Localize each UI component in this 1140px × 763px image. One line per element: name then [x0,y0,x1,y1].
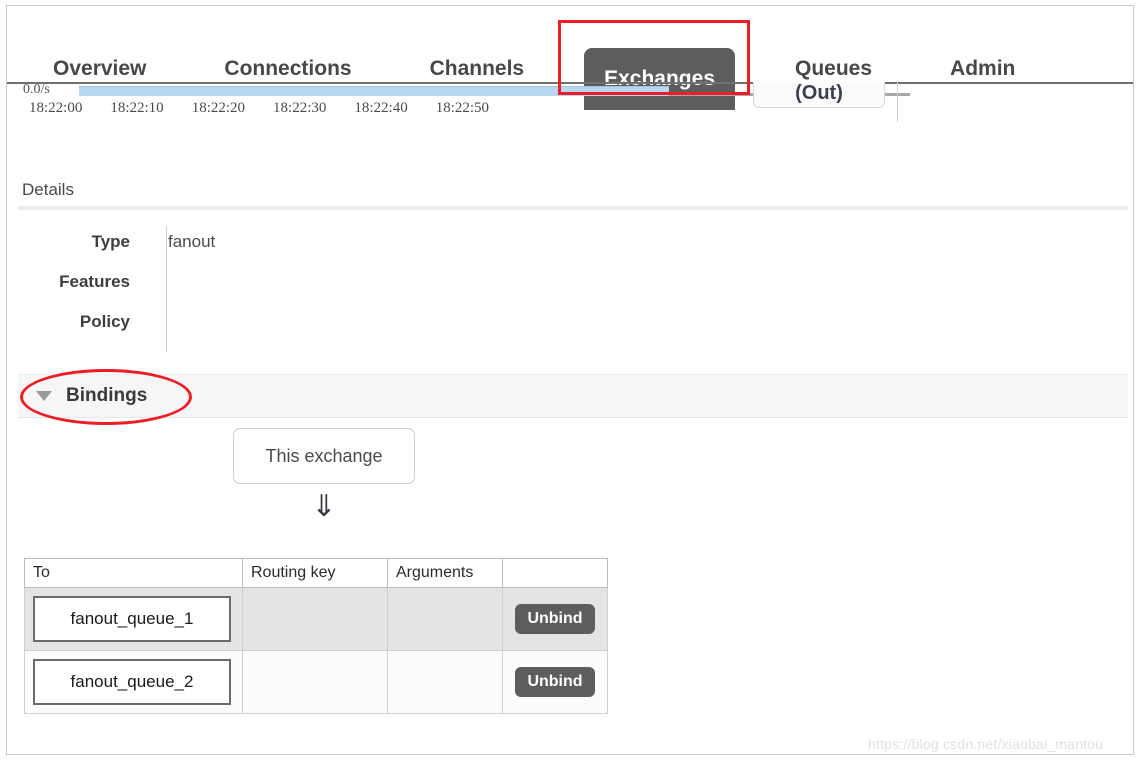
nav-tab-list: Overview Connections Channels Exchanges … [7,6,1133,88]
cell-to: fanout_queue_1 [25,588,243,651]
cell-arguments [388,588,503,651]
chart-legend-label: (Out) [795,82,843,105]
bindings-table: To Routing key Arguments fanout_queue_1 … [24,558,608,714]
tab-queues-label: Queues [795,58,872,79]
cell-arguments [388,651,503,714]
details-section-divider [18,206,1128,210]
table-row: fanout_queue_2 Unbind [25,651,608,714]
main-nav-tabbar: Overview Connections Channels Exchanges … [7,6,1133,88]
unbind-button[interactable]: Unbind [515,667,594,697]
cell-action: Unbind [503,651,608,714]
cell-routing-key [243,651,388,714]
tab-overview-label: Overview [53,58,146,79]
this-exchange-node: This exchange [233,428,415,484]
chart-vertical-divider [897,82,898,122]
tab-admin-label: Admin [950,58,1015,79]
cell-action: Unbind [503,588,608,651]
cell-to: fanout_queue_2 [25,651,243,714]
queue-link-fanout-queue-1[interactable]: fanout_queue_1 [33,596,231,642]
tab-channels-label: Channels [430,58,525,79]
down-double-arrow-icon: ⇓ [233,492,415,522]
table-row: fanout_queue_1 Unbind [25,588,608,651]
column-header-to: To [25,559,243,588]
message-rate-chart-strip: 0.0/s 18:22:00 18:22:10 18:22:20 18:22:3… [7,82,1133,134]
chart-legend-out: (Out) [753,82,885,108]
unbind-button[interactable]: Unbind [515,604,594,634]
cell-routing-key [243,588,388,651]
x-tick: 18:22:20 [192,100,245,117]
details-label-features: Features [18,272,146,292]
tab-connections-label: Connections [224,58,351,79]
chevron-down-icon[interactable] [36,391,52,401]
bindings-section-title: Bindings [66,385,147,407]
bindings-table-header-row: To Routing key Arguments [25,559,608,588]
x-tick: 18:22:00 [29,100,82,117]
chart-baseline [7,82,1133,84]
bindings-section-header[interactable]: Bindings [18,374,1128,418]
details-row-policy: Policy [18,302,718,342]
details-vertical-divider [166,226,167,352]
chart-y-axis-label: 0.0/s [23,83,50,97]
x-tick: 18:22:10 [110,100,163,117]
this-exchange-label: This exchange [265,446,382,467]
queue-link-fanout-queue-2[interactable]: fanout_queue_2 [33,659,231,705]
details-label-policy: Policy [18,312,146,332]
column-header-routing-key: Routing key [243,559,388,588]
details-section-title: Details [22,180,74,200]
column-header-arguments: Arguments [388,559,503,588]
x-tick: 18:22:50 [436,100,489,117]
x-tick: 18:22:30 [273,100,326,117]
details-value-type: fanout [146,232,215,252]
x-tick: 18:22:40 [354,100,407,117]
details-row-type: Type fanout [18,222,718,262]
details-table: Type fanout Features Policy [18,222,718,342]
rabbitmq-management-page: Overview Connections Channels Exchanges … [0,0,1140,763]
column-header-actions [503,559,608,588]
details-label-type: Type [18,232,146,252]
chart-series-bar [79,86,669,96]
details-row-features: Features [18,262,718,302]
